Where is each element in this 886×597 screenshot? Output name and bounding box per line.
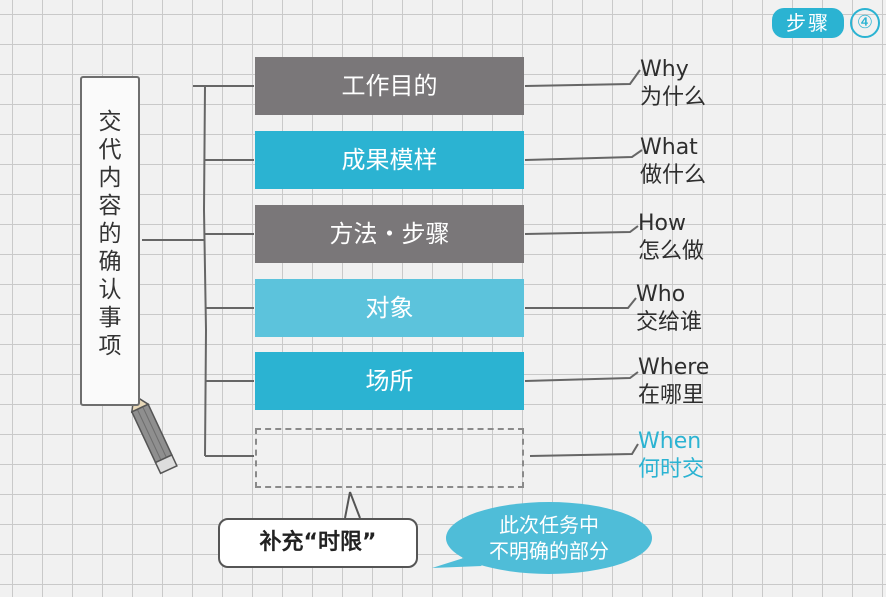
box-deadline-empty [255,428,524,488]
annotation-en: Who [636,282,686,307]
step-badge: 步骤 [772,8,844,38]
speech-bubble: 此次任务中 不明确的部分 [446,502,652,574]
connector-right-5 [524,371,639,382]
connector-right-2 [524,149,643,161]
annotation-why: Why 为什么 [640,56,706,112]
annotation-cn: 为什么 [640,85,707,110]
annotation-cn: 怎么做 [638,239,705,264]
box-method: 方法・步骤 [255,205,524,263]
annotation-who: Who 交给谁 [636,281,702,337]
annotation-en: What [640,135,698,160]
connector-right-6 [529,443,639,457]
bubble-line-2: 不明确的部分 [489,539,609,563]
callout-pointer [344,491,361,519]
annotation-when: When 何时交 [638,428,704,484]
annotation-en: How [638,211,686,236]
vertical-label-box: 交代内容的确认事项 [80,76,140,406]
box-place: 场所 [255,352,524,410]
step-number: ④ [850,8,880,38]
box-result: 成果模样 [255,131,524,189]
annotation-where: Where 在哪里 [638,354,709,410]
callout-add-deadline: 补充“时限” [218,518,418,568]
vertical-label: 交代内容的确认事项 [98,109,122,359]
annotation-en: When [638,429,702,454]
annotation-en: Where [638,355,710,380]
annotation-cn: 交给谁 [636,310,703,335]
annotation-cn: 在哪里 [638,383,705,408]
box-purpose: 工作目的 [255,57,524,115]
connector-right-3 [524,225,639,235]
bracket-spine [202,85,208,457]
annotation-how: How 怎么做 [638,210,704,266]
connector-right-1 [524,69,641,87]
annotation-en: Why [640,57,689,82]
connector-right-4 [525,297,637,309]
bubble-line-1: 此次任务中 [499,513,599,537]
annotation-cn: 何时交 [638,457,705,482]
annotation-what: What 做什么 [640,134,706,190]
box-target: 对象 [255,279,524,337]
annotation-cn: 做什么 [640,163,707,188]
